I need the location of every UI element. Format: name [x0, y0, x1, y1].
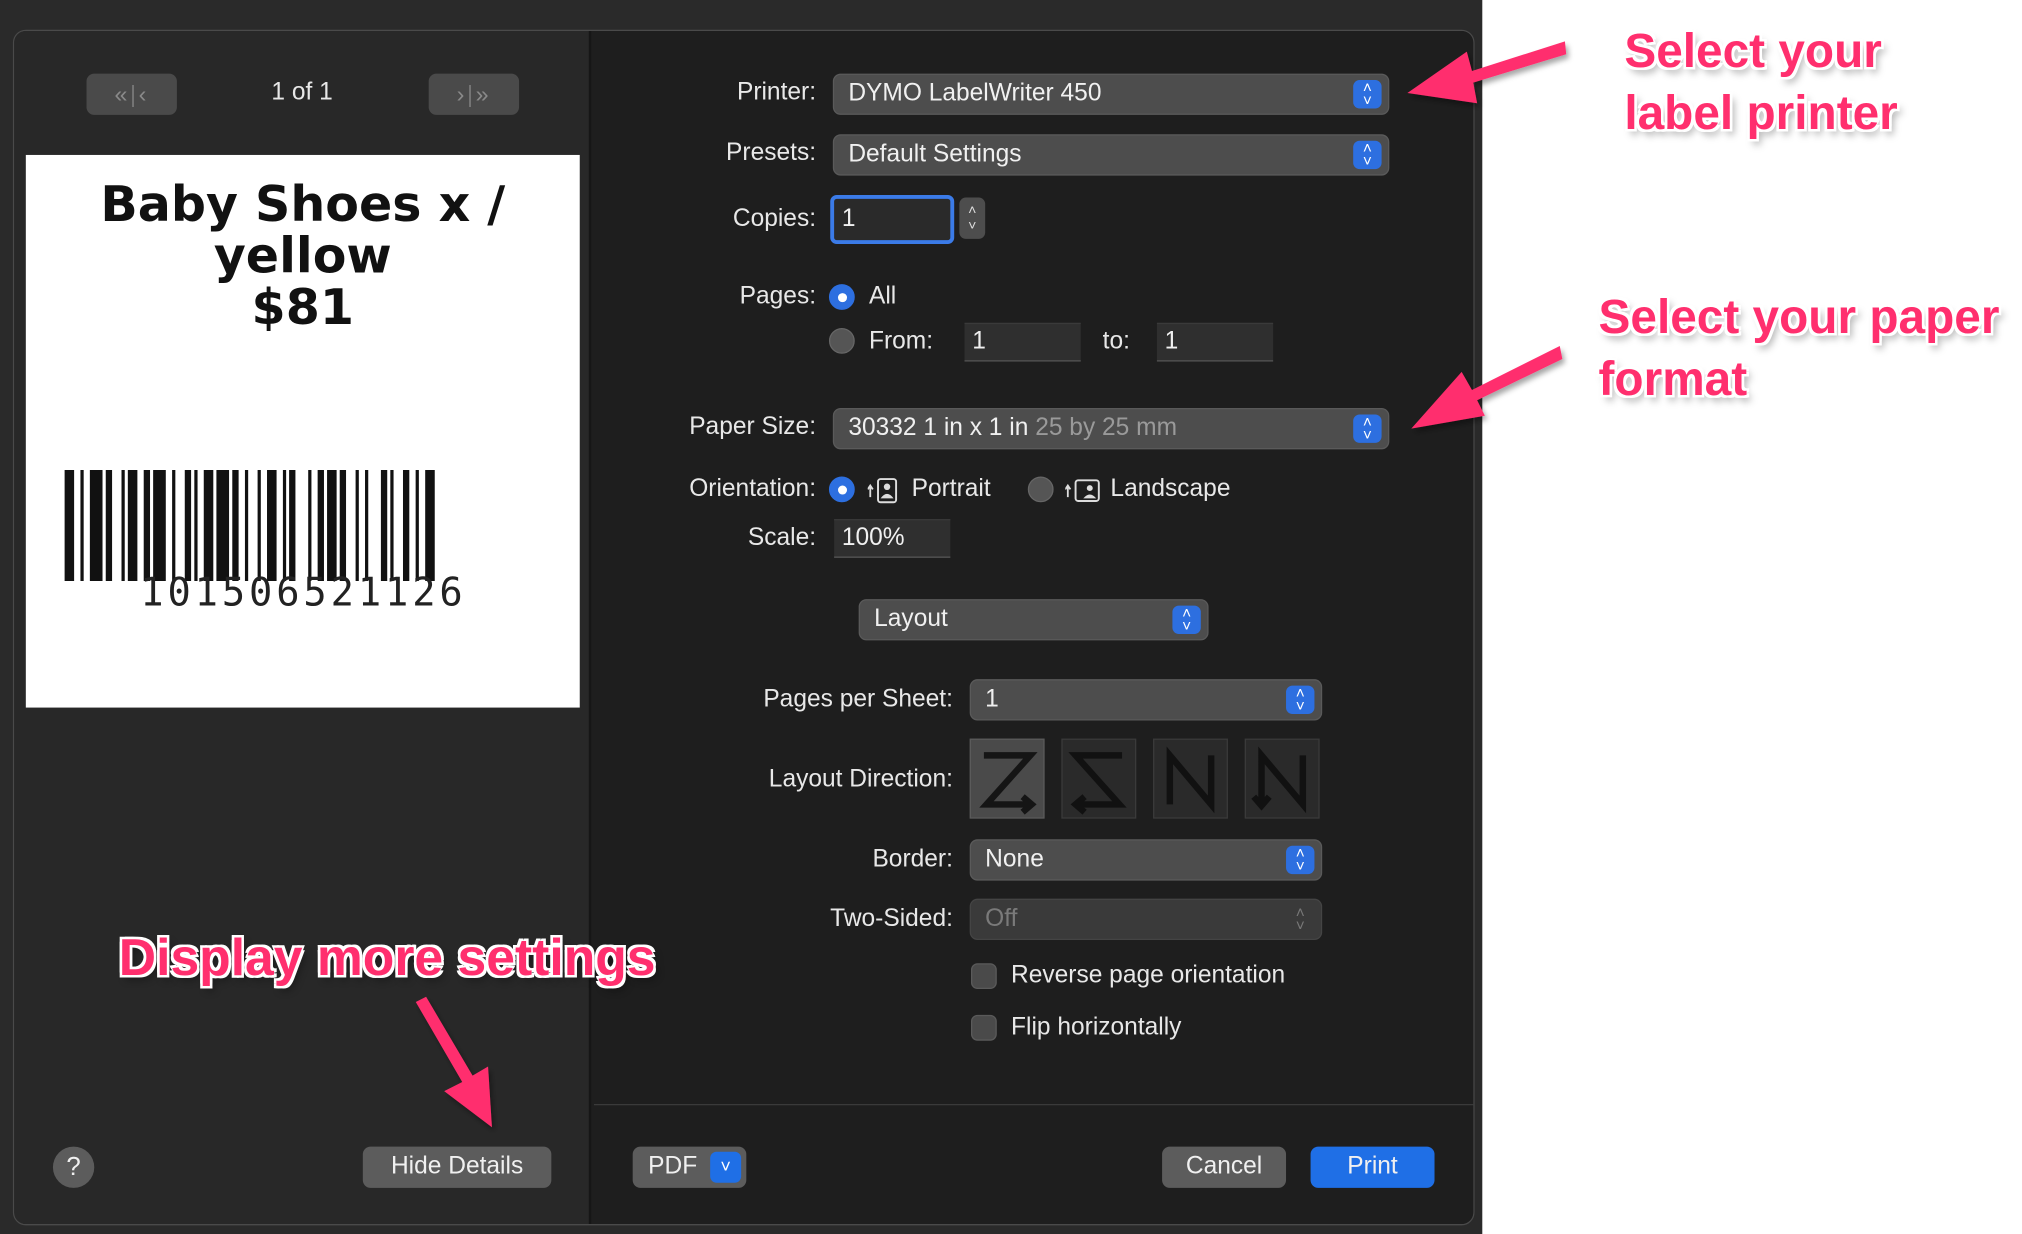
annotation-arrows: [415, 41, 1567, 1128]
arrow-to-paper-size-icon: [1411, 346, 1563, 429]
arrow-to-hide-details-icon: [415, 996, 492, 1128]
arrow-to-printer-icon: [1407, 41, 1567, 104]
screenshot-stage: «| ‹ 1 of 1 › |» Baby Shoes x / yellow $81…: [0, 0, 2022, 1234]
